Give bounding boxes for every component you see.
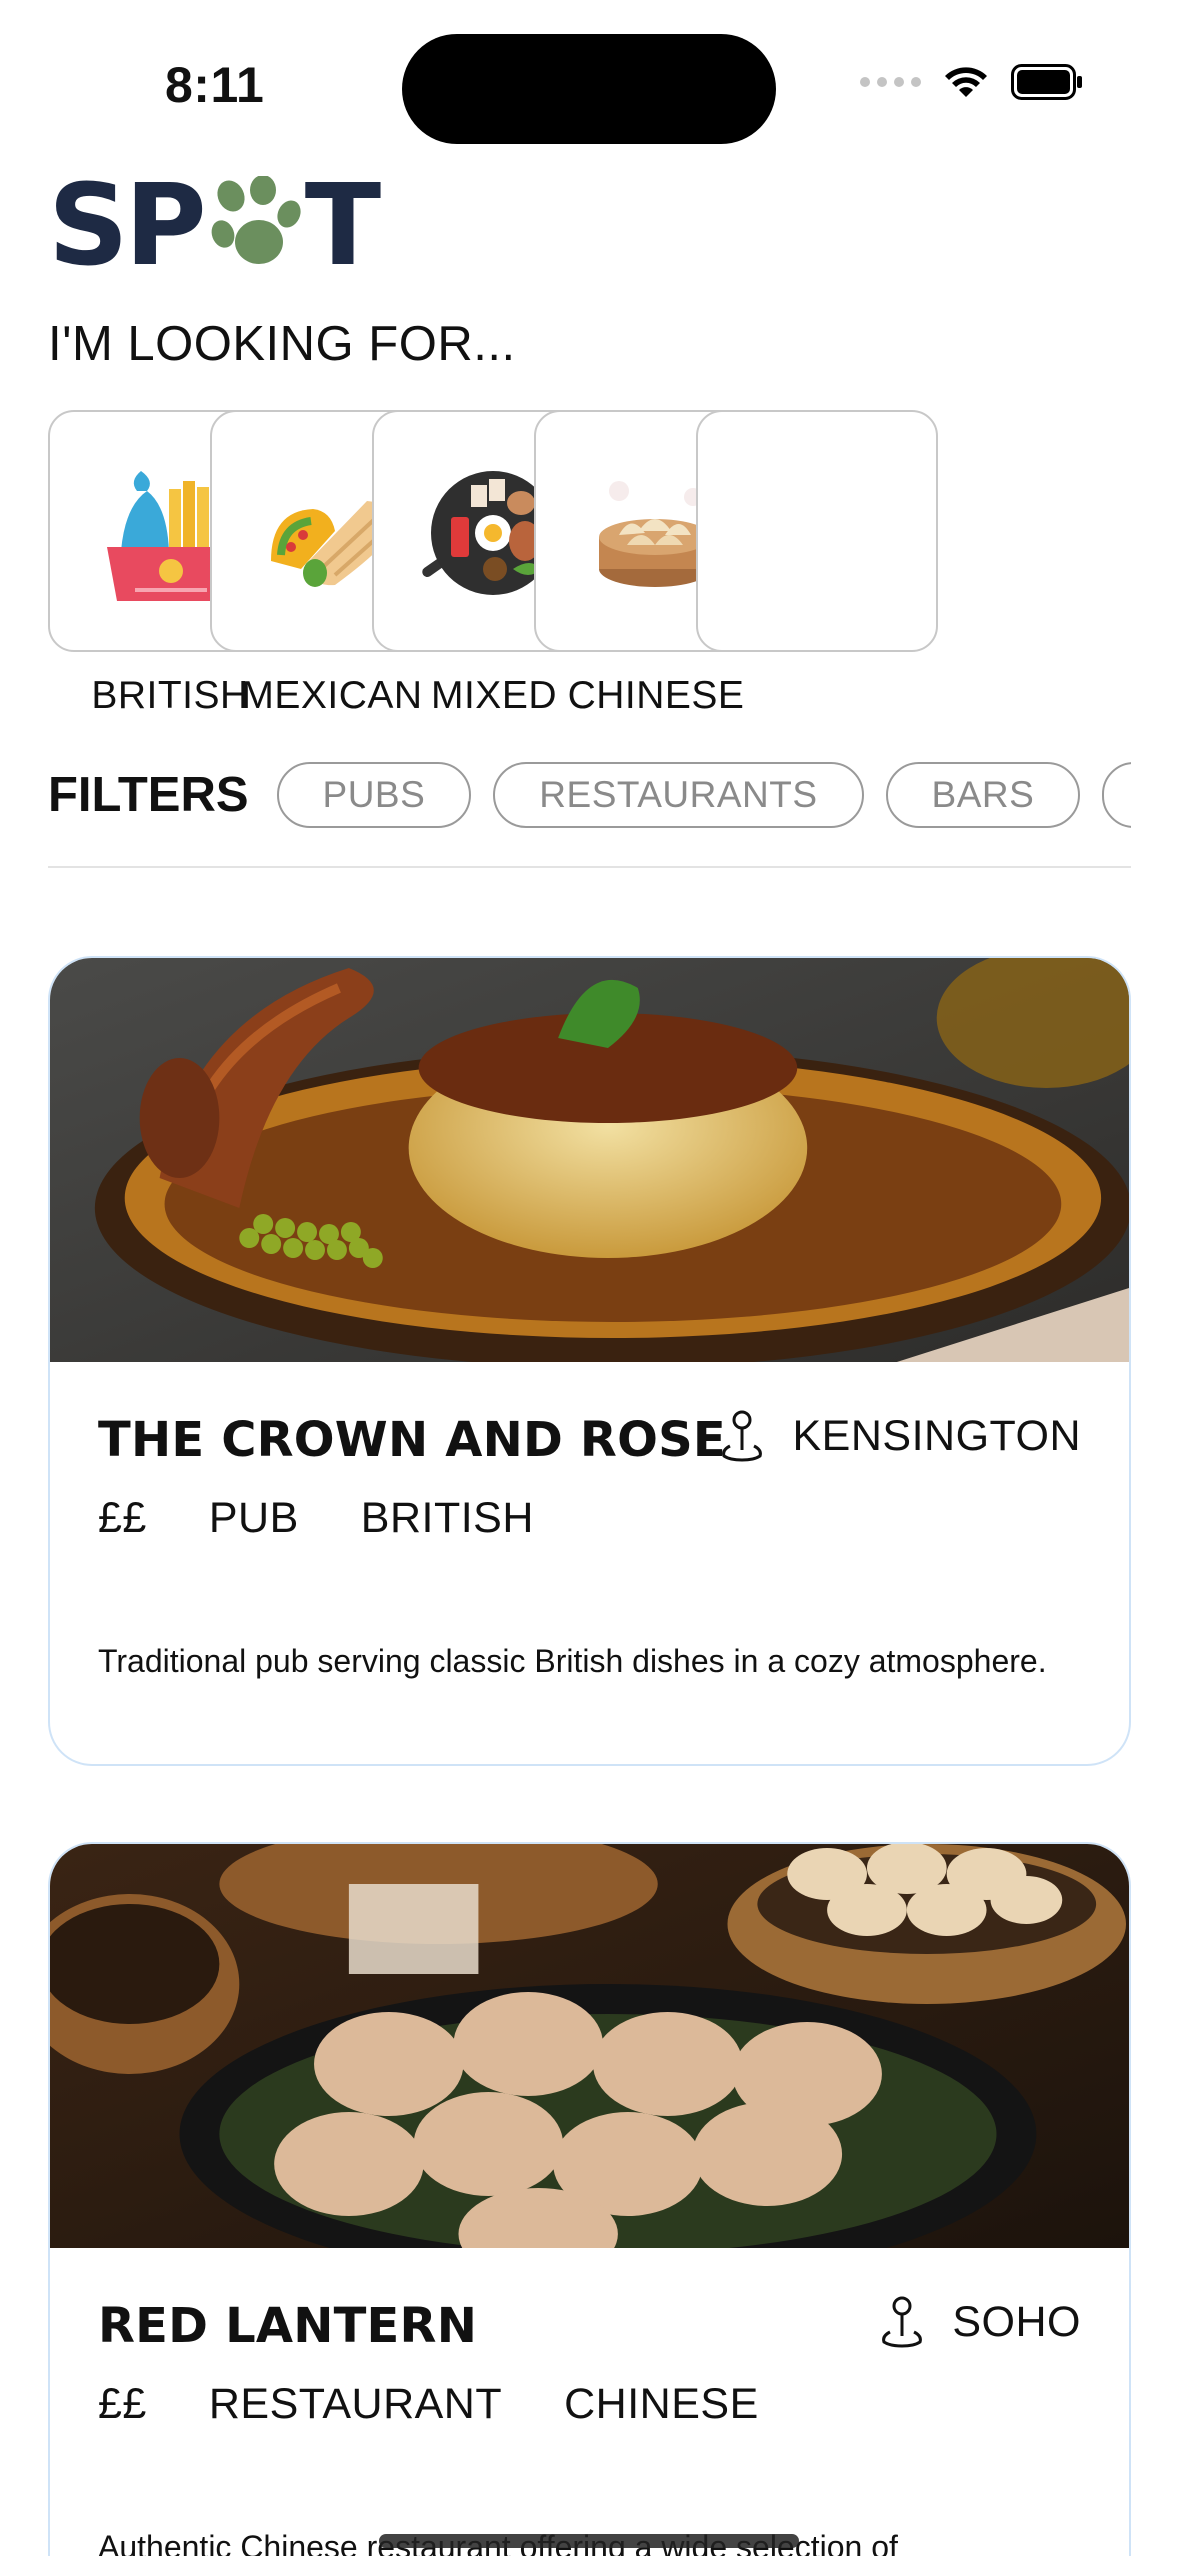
- cellular-signal-icon: [860, 77, 921, 87]
- venue-type: RESTAURANT: [208, 2380, 503, 2428]
- filter-chip-bars[interactable]: BARS: [885, 762, 1081, 828]
- location-pin-icon: [882, 2296, 923, 2348]
- venue-location: KENSINGTON: [720, 1410, 1081, 1462]
- venue-price: ££: [98, 1494, 147, 1542]
- venue-location-text: SOHO: [952, 2297, 1081, 2346]
- status-time: 8:11: [165, 57, 265, 113]
- category-next-partial[interactable]: [696, 410, 940, 652]
- filter-chip-restaurants[interactable]: RESTAURANTS: [493, 762, 864, 828]
- venue-tags: ££ RESTAURANT CHINESE: [98, 2380, 1081, 2429]
- venue-location-text: KENSINGTON: [792, 1411, 1081, 1460]
- divider: [48, 866, 1131, 868]
- paw-icon: [205, 174, 303, 277]
- status-icons: [860, 64, 1083, 100]
- venue-price: ££: [98, 2380, 147, 2428]
- home-indicator[interactable]: [379, 2534, 799, 2548]
- dynamic-island: [402, 34, 776, 144]
- wifi-icon: [943, 65, 989, 99]
- venue-cuisine: CHINESE: [564, 2380, 759, 2428]
- filters-title: FILTERS: [48, 768, 249, 822]
- filter-chip-pubs[interactable]: PUBS: [276, 762, 472, 828]
- filter-chip-partial[interactable]: [1102, 762, 1131, 828]
- screen: 8:11 SP T I'M LOOKING FOR... BRITISH MEX…: [0, 0, 1179, 2556]
- venue-card[interactable]: RED LANTERN SOHO ££ RESTAURANT CHINESE A…: [48, 1842, 1131, 2556]
- venue-cuisine: BRITISH: [360, 1494, 534, 1542]
- venue-description: Traditional pub serving classic British …: [98, 1643, 1047, 1679]
- location-pin-icon: [722, 1410, 763, 1462]
- venue-info: THE CROWN AND ROSE KENSINGTON ££ PUB BRI…: [50, 1362, 1129, 1681]
- section-heading: I'M LOOKING FOR...: [48, 317, 516, 371]
- category-carousel[interactable]: BRITISH MEXICAN MIXED CHINESE: [48, 410, 1131, 730]
- venue-type: PUB: [208, 1494, 299, 1542]
- category-label: CHINESE: [567, 674, 745, 717]
- venue-tags: ££ PUB BRITISH: [98, 1494, 1081, 1543]
- filters-bar: FILTERS PUBS RESTAURANTS BARS: [48, 760, 1131, 830]
- category-tile[interactable]: [696, 410, 938, 652]
- battery-icon: [1011, 64, 1083, 100]
- app-logo: SP T: [48, 161, 381, 291]
- venue-photo: [50, 1844, 1129, 2248]
- venue-photo: [50, 958, 1129, 1362]
- venue-location: SOHO: [880, 2296, 1081, 2348]
- venue-info: RED LANTERN SOHO ££ RESTAURANT CHINESE A…: [50, 2248, 1129, 2556]
- venue-card[interactable]: THE CROWN AND ROSE KENSINGTON ££ PUB BRI…: [48, 956, 1131, 1766]
